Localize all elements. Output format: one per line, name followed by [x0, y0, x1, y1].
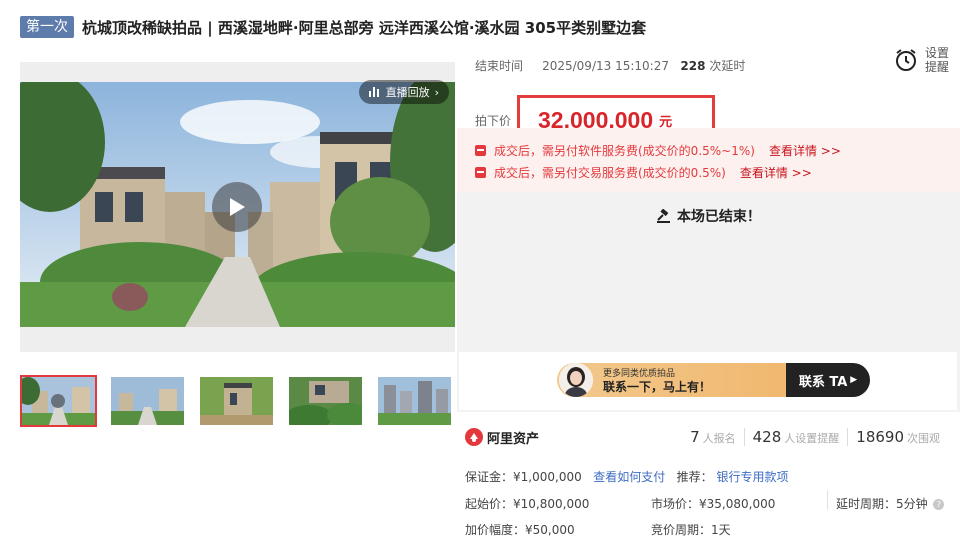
auction-round-badge: 第一次	[20, 16, 74, 38]
gift-icon	[475, 144, 486, 156]
promo-banner[interactable]: 更多同类优质拍品 联系一下，马上有！ 联系 TA ▶	[557, 363, 870, 397]
market-price-label: 市场价：	[651, 497, 700, 511]
help-icon[interactable]: ?	[933, 499, 945, 510]
contact-button-label: 联系 TA	[798, 374, 848, 390]
delay-period-value: 5分钟	[896, 497, 928, 511]
start-price-label: 起始价：	[465, 497, 514, 511]
market-price-value: ¥35,080,000	[699, 497, 776, 511]
bar-chart-icon	[368, 87, 379, 97]
thumbnail-1[interactable]	[20, 375, 97, 427]
set-reminder-button[interactable]: 设置提醒	[894, 46, 950, 74]
market-price-row: 市场价：¥35,080,000	[651, 495, 775, 512]
auction-ended-text: 本场已结束！	[457, 206, 960, 226]
live-replay-label: 直播回放	[385, 86, 430, 99]
auction-status-area: 本场已结束！ 更多同类优质拍品 联系一下，马上有！ 联系 TA ▶	[457, 192, 960, 412]
stat-label: 人报名	[702, 432, 736, 445]
stat-label: 次围观	[907, 432, 940, 445]
bid-cycle-value: 1天	[711, 523, 731, 537]
stat-views: 18690 次围观	[847, 428, 948, 446]
recommend-label: 推荐：	[676, 470, 713, 484]
delay-count: 228	[680, 59, 706, 73]
ali-asset-icon	[465, 428, 483, 446]
delay-period-row: 延时周期：5分钟 ?	[836, 495, 945, 512]
gift-icon	[475, 166, 486, 178]
set-reminder-label: 设置提醒	[924, 46, 949, 74]
bank-funds-link[interactable]: 银行专用款项	[717, 470, 789, 484]
delay-period-label: 延时周期：	[836, 497, 897, 511]
stat-number: 428	[752, 428, 782, 446]
fee-notice-text: 成交后，需另付交易服务费(成交价的0.5%)	[494, 165, 726, 180]
fee-detail-link[interactable]: 查看详情 >>	[740, 164, 812, 181]
delay-suffix: 次延时	[709, 59, 746, 73]
fee-notice-text: 成交后，需另付软件服务费(成交价的0.5%~1%)	[494, 143, 755, 158]
final-price-label: 拍下价	[475, 113, 512, 128]
deposit-label: 保证金：	[465, 470, 514, 484]
deposit-value: ¥1,000,000	[513, 470, 582, 484]
how-to-pay-link[interactable]: 查看如何支付	[593, 470, 665, 484]
fee-notice: 成交后，需另付软件服务费(成交价的0.5%~1%) 查看详情 >> 成交后，需另…	[457, 128, 960, 192]
end-time-row: 结束时间 2025/09/13 15:10:27 228 次延时	[475, 57, 745, 74]
platform-logo: 阿里资产	[465, 428, 539, 447]
start-price-value: ¥10,800,000	[513, 497, 590, 511]
auction-ended-label: 本场已结束！	[676, 209, 761, 225]
stat-signups: 7 人报名	[682, 428, 744, 446]
chevron-right-icon: ›	[434, 85, 439, 99]
start-price-row: 起始价：¥10,800,000	[465, 495, 589, 512]
stat-number: 18690	[856, 428, 904, 446]
stat-label: 人设置提醒	[784, 432, 840, 445]
thumbnail-strip	[20, 375, 453, 427]
increment-value: ¥50,000	[525, 523, 575, 537]
triangle-right-icon: ▶	[850, 375, 858, 385]
stat-reminders: 428 人设置提醒	[743, 428, 848, 446]
fee-detail-link[interactable]: 查看详情 >>	[769, 142, 841, 159]
alarm-clock-icon	[896, 49, 916, 71]
end-time-label: 结束时间	[475, 59, 524, 73]
stats-row: 阿里资产 7 人报名 428 人设置提醒 18690 次围观	[465, 425, 960, 449]
live-replay-button[interactable]: 直播回放 ›	[358, 80, 449, 104]
thumbnail-4[interactable]	[287, 375, 364, 427]
increment-label: 加价幅度：	[465, 523, 526, 537]
media-viewer: 直播回放 ›	[20, 62, 455, 352]
end-time-value: 2025/09/13 15:10:27	[542, 59, 669, 73]
play-button[interactable]	[212, 182, 262, 232]
play-icon	[230, 198, 245, 216]
contact-button[interactable]: 联系 TA ▶	[786, 363, 870, 397]
promo-title: 联系一下，马上有！	[603, 380, 712, 394]
page-title: 杭城顶改稀缺拍品 | 西溪湿地畔·阿里总部旁 远洋西溪公馆·溪水园 305平类别…	[82, 18, 647, 37]
fee-notice-line: 成交后，需另付软件服务费(成交价的0.5%~1%) 查看详情 >>	[475, 139, 960, 161]
stat-number: 7	[690, 428, 700, 446]
promo-left: 更多同类优质拍品 联系一下，马上有！	[557, 363, 786, 397]
gavel-icon	[657, 208, 671, 223]
final-price-unit: 元	[659, 114, 673, 130]
bid-cycle-row: 竞价周期：1天	[651, 521, 731, 538]
auction-panel: 结束时间 2025/09/13 15:10:27 228 次延时 设置提醒 拍下…	[457, 40, 960, 543]
deposit-row: 保证金：¥1,000,000 查看如何支付 推荐： 银行专用款项	[465, 468, 789, 485]
thumbnail-5[interactable]	[376, 375, 453, 427]
bid-cycle-label: 竞价周期：	[651, 523, 712, 537]
agent-avatar	[559, 363, 593, 397]
platform-name: 阿里资产	[487, 431, 540, 447]
divider	[827, 490, 828, 510]
stats-group: 7 人报名 428 人设置提醒 18690 次围观	[682, 428, 948, 446]
thumbnail-3[interactable]	[198, 375, 275, 427]
increment-row: 加价幅度：¥50,000	[465, 521, 575, 538]
promo-banner-area: 更多同类优质拍品 联系一下，马上有！ 联系 TA ▶	[459, 352, 957, 410]
fee-notice-line: 成交后，需另付交易服务费(成交价的0.5%) 查看详情 >>	[475, 161, 960, 183]
title-row: 第一次 杭城顶改稀缺拍品 | 西溪湿地畔·阿里总部旁 远洋西溪公馆·溪水园 30…	[20, 14, 950, 40]
thumbnail-2[interactable]	[109, 375, 186, 427]
